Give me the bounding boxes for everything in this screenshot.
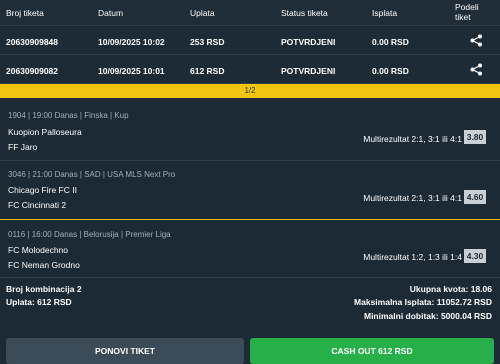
ticket-payout: 0.00 RSD <box>372 66 409 76</box>
col-podeli-tiket: Podeli tiket <box>455 2 479 22</box>
match-item: 3046 | 21:00 Danas | SAD | USA MLS Next … <box>0 161 500 219</box>
share-icon[interactable] <box>470 34 483 47</box>
ticket-row[interactable]: 20630909848 10/09/2025 10:02 253 RSD POT… <box>0 27 500 55</box>
ticket-status: POTVRDJENI <box>281 66 336 76</box>
match-pick: Multirezultat 2:1, 3:1 ili 4:1 <box>363 134 462 144</box>
share-icon[interactable] <box>470 63 483 76</box>
match-pick: Multirezultat 1:2, 1:3 ili 1:4 <box>363 252 462 262</box>
match-away-team: FC Cincinnati 2 <box>8 200 67 210</box>
ponovi-tiket-button[interactable]: PONOVI TIKET <box>6 338 244 364</box>
match-away-team: FF Jaro <box>8 142 38 152</box>
ticket-date: 10/09/2025 10:02 <box>98 37 165 47</box>
col-status: Status tiketa <box>281 8 328 18</box>
ticket-id: 20630909082 <box>6 66 59 76</box>
col-broj-tiketa: Broj tiketa <box>6 8 44 18</box>
pagination-indicator[interactable]: 1/2 <box>0 84 500 98</box>
match-home-team: Chicago Fire FC II <box>8 185 77 195</box>
col-podeli-line2: tiket <box>455 12 471 22</box>
summary-divider <box>0 277 500 278</box>
match-item: 0116 | 16:00 Danas | Belorusija | Premie… <box>0 220 500 276</box>
ticket-stake: 612 RSD <box>190 66 225 76</box>
match-odd-badge: 4.30 <box>464 249 486 263</box>
ticket-row[interactable]: 20630909082 10/09/2025 10:01 612 RSD POT… <box>0 56 500 84</box>
match-odd-badge: 3.80 <box>464 130 486 144</box>
col-podeli-line1: Podeli <box>455 2 479 12</box>
col-datum: Datum <box>98 8 124 18</box>
match-away-team: FC Neman Grodno <box>8 260 80 270</box>
summary-kvota: Ukupna kvota: 18.06 <box>409 284 492 294</box>
summary-max-isplata: Maksimalna Isplata: 11052.72 RSD <box>354 297 492 307</box>
match-home-team: Kuopion Palloseura <box>8 127 82 137</box>
match-odd-badge: 4.60 <box>464 190 486 204</box>
match-meta: 1904 | 19:00 Danas | Finska | Kup <box>8 111 129 120</box>
summary-uplata: Uplata: 612 RSD <box>6 297 72 307</box>
match-meta: 3046 | 21:00 Danas | SAD | USA MLS Next … <box>8 170 176 179</box>
summary-min-dobitak: Minimalni dobitak: 5000.04 RSD <box>363 311 492 321</box>
ticket-id: 20630909848 <box>6 37 59 47</box>
ticket-date: 10/09/2025 10:01 <box>98 66 165 76</box>
summary-kombinacija: Broj kombinacija 2 <box>6 284 82 294</box>
col-isplata: Isplata <box>372 8 398 18</box>
match-home-team: FC Molodechno <box>8 245 69 255</box>
ticket-status: POTVRDJENI <box>281 37 336 47</box>
match-pick: Multirezultat 2:1, 3:1 ili 4:1 <box>363 193 462 203</box>
ticket-stake: 253 RSD <box>190 37 225 47</box>
tickets-table-header: Broj tiketa Datum Uplata Status tiketa I… <box>0 0 500 26</box>
match-meta: 0116 | 16:00 Danas | Belorusija | Premie… <box>8 230 171 239</box>
cash-out-button[interactable]: CASH OUT 612 RSD <box>250 338 494 364</box>
match-item: 1904 | 19:00 Danas | Finska | Kup Kuopio… <box>0 98 500 160</box>
col-uplata: Uplata <box>190 8 215 18</box>
ticket-payout: 0.00 RSD <box>372 37 409 47</box>
